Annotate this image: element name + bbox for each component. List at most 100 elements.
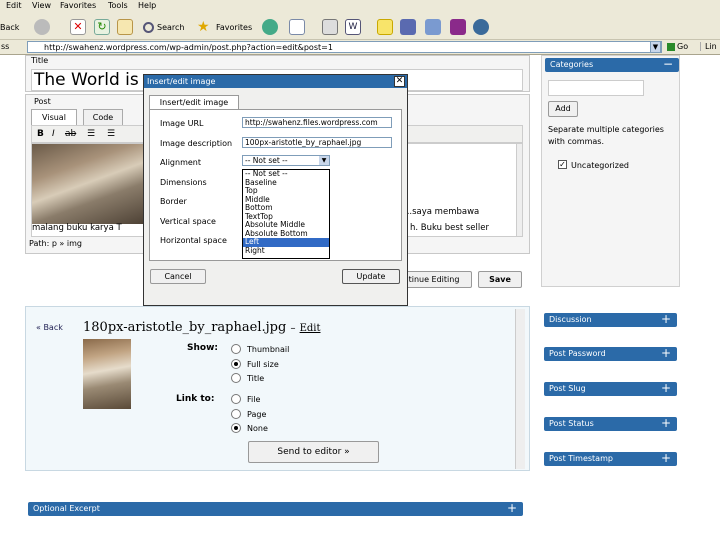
people-button[interactable]: [473, 18, 492, 36]
alignment-option[interactable]: Right: [243, 246, 329, 256]
radio-link-none[interactable]: [231, 423, 241, 433]
history-button[interactable]: [262, 18, 281, 36]
edit-link[interactable]: Edit: [300, 323, 321, 334]
link-file-label: File: [247, 395, 261, 404]
go-button[interactable]: Go: [667, 42, 695, 53]
post-slug-header[interactable]: Post Slug +: [544, 381, 677, 396]
radio-link-page[interactable]: [231, 409, 241, 419]
alignment-select[interactable]: -- Not set -- ▼: [242, 155, 330, 166]
add-label: Add: [555, 104, 571, 113]
mail-button[interactable]: [289, 18, 308, 36]
people-icon: [473, 19, 489, 35]
links-label[interactable]: Lin: [700, 42, 717, 51]
print-icon: [322, 19, 338, 35]
plus-icon: +: [506, 501, 517, 515]
numbered-list-icon[interactable]: ☰: [107, 129, 115, 139]
minus-icon: −: [662, 57, 673, 71]
menu-tools[interactable]: Tools: [108, 1, 128, 10]
insert-edit-image-dialog: Insert/edit image ✕ Insert/edit image Im…: [143, 74, 408, 306]
uploader-scrollbar[interactable]: [515, 309, 525, 469]
menu-view[interactable]: View: [32, 1, 51, 10]
forward-button[interactable]: [34, 18, 53, 36]
favorites-button[interactable]: ★ Favorites: [197, 18, 252, 36]
alignment-label: Alignment: [160, 158, 201, 167]
menu-favorites[interactable]: Favorites: [60, 1, 96, 10]
tab-visual[interactable]: Visual: [31, 109, 77, 125]
print-button[interactable]: [322, 18, 341, 36]
cancel-label: Cancel: [164, 272, 192, 281]
search-button[interactable]: Search: [143, 18, 184, 36]
image-url-input[interactable]: http://swahenz.files.wordpress.com: [242, 117, 392, 128]
categories-header[interactable]: Categories −: [545, 57, 679, 72]
notes-button[interactable]: [377, 18, 396, 36]
close-icon[interactable]: ✕: [394, 76, 405, 87]
border-label: Border: [160, 197, 187, 206]
title-label: Title: [31, 56, 49, 65]
tool-icon: [425, 19, 441, 35]
browser-toolbar: Back ✕ ↻ Search ★ Favorites W: [0, 12, 720, 40]
update-button[interactable]: Update: [342, 269, 400, 284]
strikethrough-icon[interactable]: ab: [65, 129, 76, 139]
star-icon: ★: [197, 19, 210, 35]
radio-link-file[interactable]: [231, 394, 241, 404]
word-button[interactable]: W: [345, 18, 364, 36]
address-url: http://swahenz.wordpress.com/wp-admin/po…: [44, 43, 333, 52]
back-link[interactable]: « Back: [36, 323, 63, 332]
dialog-title: Insert/edit image: [147, 77, 216, 86]
radio-thumbnail[interactable]: [231, 344, 241, 354]
update-label: Update: [356, 272, 386, 281]
add-category-button[interactable]: Add: [548, 101, 578, 117]
menu-edit[interactable]: Edit: [6, 1, 22, 10]
image-url-label: Image URL: [160, 119, 204, 128]
address-dropdown[interactable]: ▼: [650, 41, 661, 53]
inserted-image[interactable]: [32, 144, 150, 224]
tab-code[interactable]: Code: [83, 109, 123, 125]
save-label: Save: [489, 275, 511, 284]
home-button[interactable]: [117, 18, 136, 36]
post-timestamp-header[interactable]: Post Timestamp +: [544, 451, 677, 466]
post-status-label: Post Status: [549, 419, 594, 428]
bullet-list-icon[interactable]: ☰: [87, 129, 95, 139]
uploader-filename: 180px-aristotle_by_raphael.jpg – Edit: [83, 320, 321, 335]
save-button[interactable]: Save: [478, 271, 522, 288]
tool-button-2[interactable]: [425, 18, 444, 36]
post-password-header[interactable]: Post Password +: [544, 346, 677, 361]
stop-button[interactable]: ✕: [70, 18, 89, 36]
discussion-header[interactable]: Discussion +: [544, 312, 677, 327]
optional-excerpt-header[interactable]: Optional Excerpt +: [28, 501, 523, 516]
radio-title[interactable]: [231, 373, 241, 383]
address-input[interactable]: http://swahenz.wordpress.com/wp-admin/po…: [27, 41, 662, 53]
plus-icon: +: [660, 451, 671, 465]
thumbnail-option-label: Thumbnail: [247, 345, 290, 354]
radio-full-size[interactable]: [231, 359, 241, 369]
image-description-label: Image description: [160, 139, 233, 148]
post-timestamp-label: Post Timestamp: [549, 454, 613, 463]
new-category-input[interactable]: [548, 80, 644, 96]
plus-icon: +: [660, 346, 671, 360]
send-to-editor-button[interactable]: Send to editor »: [248, 441, 379, 463]
go-arrow-icon: [667, 42, 675, 51]
italic-icon[interactable]: I: [52, 129, 55, 139]
post-status-header[interactable]: Post Status +: [544, 416, 677, 431]
dialog-titlebar[interactable]: Insert/edit image ✕: [144, 75, 407, 88]
research-icon: [400, 19, 416, 35]
body-text-2: malang buku karya T: [32, 223, 122, 233]
dialog-tab[interactable]: Insert/edit image: [149, 95, 239, 109]
word-icon: W: [345, 19, 361, 35]
editor-scrollbar[interactable]: [516, 144, 522, 236]
title-option-label: Title: [247, 374, 265, 383]
research-button[interactable]: [400, 18, 419, 36]
uploader-panel: « Back 180px-aristotle_by_raphael.jpg – …: [25, 306, 530, 471]
bold-icon[interactable]: B: [37, 129, 44, 139]
uncategorized-checkbox[interactable]: ✓: [558, 160, 567, 169]
back-label: Back: [0, 22, 20, 32]
messenger-button[interactable]: [450, 18, 469, 36]
menu-help[interactable]: Help: [138, 1, 156, 10]
thumbnail-image[interactable]: [83, 339, 131, 409]
refresh-button[interactable]: ↻: [94, 18, 113, 36]
image-description-input[interactable]: 100px-aristotle_by_raphael.jpg: [242, 137, 392, 148]
back-button[interactable]: Back: [0, 18, 19, 36]
right-margin: [695, 55, 720, 540]
alignment-options-list[interactable]: -- Not set -- Baseline Top Middle Bottom Text…: [242, 169, 330, 259]
cancel-button[interactable]: Cancel: [150, 269, 206, 284]
